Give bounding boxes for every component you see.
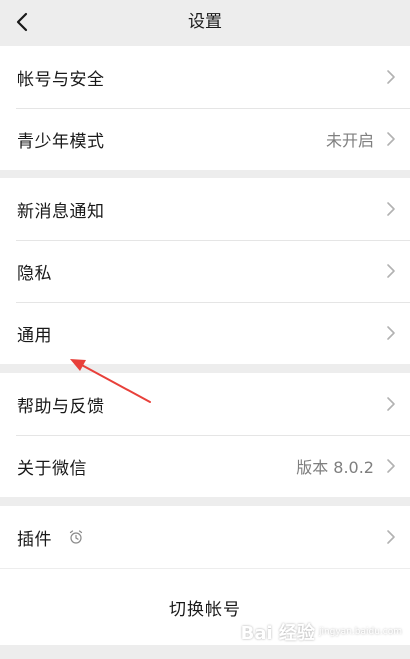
settings-item-label: 帐号与安全 (17, 69, 105, 90)
settings-item-teen-mode[interactable]: 青少年模式 未开启 (0, 108, 410, 170)
settings-item-label: 帮助与反馈 (17, 396, 105, 417)
chevron-right-icon (387, 530, 395, 544)
settings-item-account-security[interactable]: 帐号与安全 (0, 46, 410, 108)
chevron-right-icon (387, 264, 395, 278)
settings-item-label: 青少年模式 (17, 131, 105, 152)
chevron-right-icon (387, 132, 395, 146)
chevron-right-icon (387, 459, 395, 473)
watermark-brand: Bai 经验 (240, 623, 315, 644)
settings-item-general[interactable]: 通用 (0, 302, 410, 364)
settings-item-label: 隐私 (17, 263, 52, 284)
settings-item-help-feedback[interactable]: 帮助与反馈 (0, 373, 410, 435)
settings-item-label: 通用 (17, 325, 52, 346)
settings-item-privacy[interactable]: 隐私 (0, 240, 410, 302)
nav-bar: 设置 (0, 0, 410, 44)
chevron-right-icon (387, 397, 395, 411)
alarm-clock-icon (69, 530, 83, 544)
settings-group-account: 帐号与安全 青少年模式 未开启 (0, 46, 410, 170)
settings-item-label: 插件 (17, 529, 52, 550)
settings-item-notifications[interactable]: 新消息通知 (0, 178, 410, 240)
chevron-right-icon (387, 70, 395, 84)
settings-item-about-wechat[interactable]: 关于微信 版本 8.0.2 (0, 435, 410, 497)
chevron-right-icon (387, 202, 395, 216)
settings-item-label: 关于微信 (17, 458, 87, 479)
page-title: 设置 (188, 12, 222, 32)
settings-group-about: 帮助与反馈 关于微信 版本 8.0.2 (0, 373, 410, 497)
settings-group-general: 新消息通知 隐私 通用 (0, 178, 410, 364)
chevron-right-icon (387, 326, 395, 340)
watermark-url: jingyan.baidu.com (318, 627, 402, 637)
settings-item-label: 新消息通知 (17, 201, 105, 222)
version-text: 版本 8.0.2 (296, 458, 374, 477)
settings-group-plugins: 插件 (0, 506, 410, 568)
settings-item-plugins[interactable]: 插件 (0, 506, 410, 568)
teen-mode-status: 未开启 (325, 131, 374, 150)
baidu-watermark: Bai 经验 jingyan.baidu.com (241, 619, 402, 645)
switch-account-label: 切换帐号 (169, 599, 241, 620)
